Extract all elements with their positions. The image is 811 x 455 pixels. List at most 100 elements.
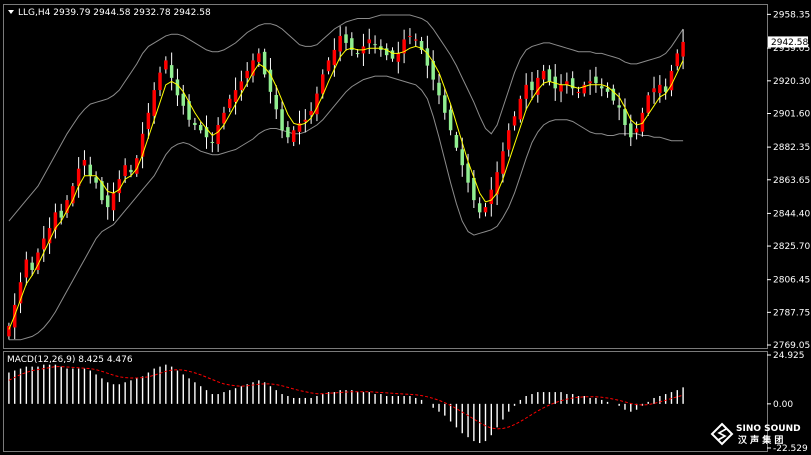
candle-body [123,165,127,177]
candle-body [30,262,34,270]
dropdown-arrow-icon[interactable] [8,10,14,14]
candle-body [437,82,441,96]
candle-body [169,65,174,78]
candle-body [257,53,261,62]
price-axis: 2958.352939.052920.302901.602882.352863.… [767,10,810,351]
candle-body [181,93,186,106]
candle-body [228,98,232,109]
candle-body [164,60,168,70]
candle-body [24,259,29,278]
candle-body [88,164,93,176]
current-price-tag: 2942.58 [768,36,808,48]
logo-text-en: SINO SOUND [736,424,801,434]
candle-body [477,203,482,213]
price-tick-label: 2920.30 [773,77,810,87]
candle-body [425,48,430,66]
candle-body [512,116,517,126]
candle-body [105,195,110,208]
candle-body [634,128,639,133]
candle-body [42,238,46,250]
candle-body [483,207,488,213]
candle-body [390,50,395,59]
candle-body [198,125,203,131]
bollinger-bands [8,14,684,341]
candle-body [460,149,464,166]
candle-body [239,81,244,91]
main-panel-frame [3,4,768,349]
current-price-text: 2942.58 [771,38,808,48]
candle-body [158,72,162,91]
candle-body [367,39,371,44]
candle-body [530,81,534,91]
candle-body [210,141,215,143]
candle-body [175,79,180,96]
symbol-ohlc-label: LLG,H4 2939.79 2944.58 2932.78 2942.58 [18,8,211,18]
candle-body [309,111,313,116]
candle-body [373,44,377,46]
sino-sound-logo: SINO SOUND 汉 声 集 团 [710,422,801,446]
candle-body [466,163,470,183]
candle-body [111,193,116,211]
candle-body [117,179,122,194]
candle-body [506,130,511,150]
candle-body [629,123,633,138]
candlesticks [7,26,685,340]
candle-body [286,127,290,138]
macd-tick-label: 0.00 [773,400,793,410]
candle-body [599,86,604,89]
candle-body [326,60,331,72]
price-tick-label: 2806.45 [773,276,810,286]
candle-body [658,84,662,94]
candle-body [129,169,133,173]
candle-body [652,88,656,93]
candle-body [617,105,621,108]
macd-panel-frame [3,351,768,452]
candle-body [245,70,249,79]
macd-histogram [8,364,684,444]
candle-body [448,109,453,131]
logo-s-mark-icon [717,428,727,441]
candle-body [82,159,87,166]
candle-body [443,95,447,113]
candle-body [233,90,238,102]
chart-canvas: LLG,H4 2939.79 2944.58 2932.78 2942.58 M… [3,4,810,454]
candle-body [262,51,267,75]
macd-label: MACD(12,26,9) 8.425 4.476 [7,355,133,365]
candle-body [408,35,412,37]
price-tick-label: 2958.35 [773,10,810,20]
candle-body [94,177,98,183]
logo-text-cn: 汉 声 集 团 [738,434,783,446]
price-tick-label: 2844.40 [773,209,810,219]
candle-body [588,81,592,84]
ma-line [8,45,684,330]
moving-average [8,45,684,330]
candle-body [216,125,220,145]
candle-body [681,41,685,57]
candle-body [576,91,581,94]
candle-body [646,95,650,113]
candle-body [332,49,337,66]
candle-body [274,94,278,110]
candle-body [280,109,284,131]
candle-body [489,189,494,204]
candle-body [541,70,546,80]
price-tick-label: 2825.70 [773,242,810,252]
price-tick-label: 2769.05 [773,341,810,351]
candle-body [355,53,360,55]
candle-body [547,69,552,82]
candle-body [321,74,325,94]
candle-body [59,210,63,218]
price-tick-label: 2901.60 [773,109,810,119]
candle-body [454,134,459,148]
macd-tick-label: 24.925 [773,351,805,361]
candle-body [152,90,156,116]
candle-body [193,122,197,126]
candle-body [518,98,523,120]
candle-body [605,88,610,92]
candle-body [414,39,418,41]
candle-body [524,84,528,99]
candle-body [303,119,308,122]
price-tick-label: 2882.35 [773,143,810,153]
candle-body [396,53,401,62]
candle-body [675,53,680,67]
